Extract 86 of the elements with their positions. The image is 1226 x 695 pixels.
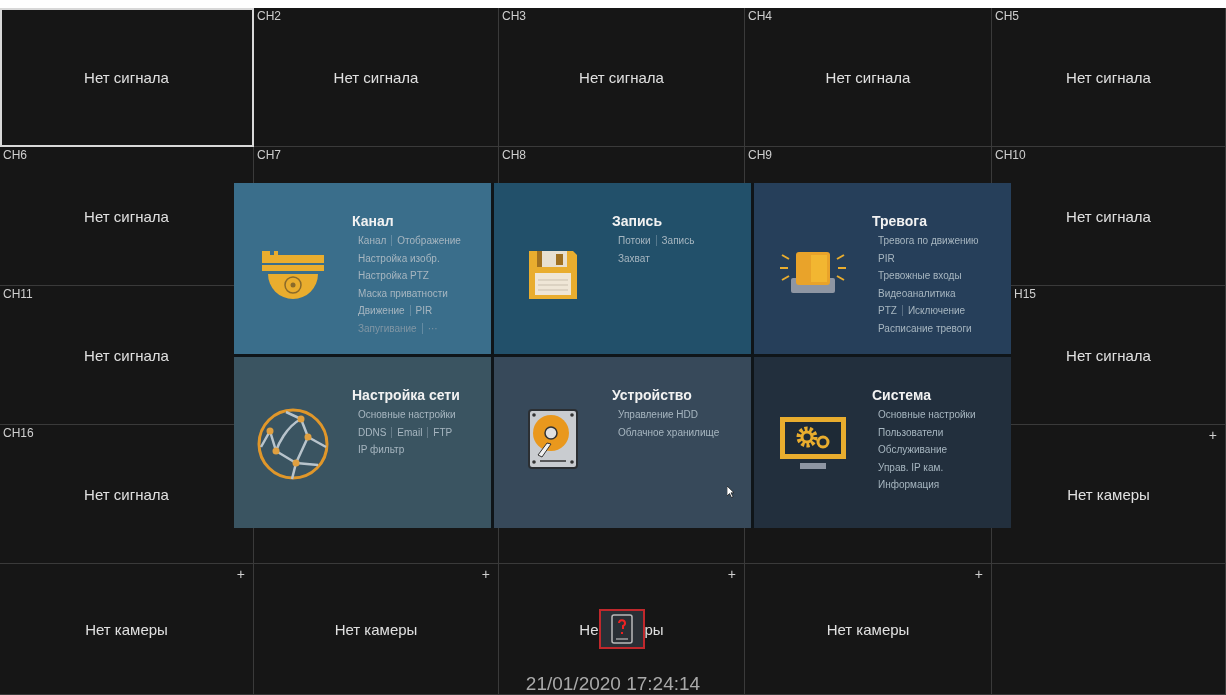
status-text: Нет сигнала — [333, 68, 419, 86]
channel-label: CH7 — [257, 148, 281, 162]
channel-label: CH16 — [3, 426, 34, 440]
network-globe-icon — [256, 407, 330, 481]
hdd-warning-button[interactable] — [598, 609, 645, 649]
date-time: 21/01/2020 17:24:14 — [525, 673, 701, 695]
menu-link[interactable]: Основные настройки — [358, 409, 461, 421]
menu-link[interactable]: Управление HDD — [618, 409, 704, 421]
status-text: Нет сигнала — [84, 485, 169, 503]
menu-link[interactable]: DDNS — [358, 426, 392, 438]
menu-link[interactable]: Тревога по движению — [878, 235, 984, 247]
add-camera-button[interactable]: + — [727, 566, 736, 582]
tile-title: Канал — [352, 213, 395, 229]
tile-title: Тревога — [872, 213, 928, 229]
status-text: Не — [579, 620, 599, 638]
channel-label: CH8 — [502, 148, 526, 162]
menu-link[interactable]: Облачное хранилище — [618, 426, 725, 438]
status-text: Нет сигнала — [1066, 346, 1151, 364]
menu-link[interactable]: Исключение — [901, 305, 971, 317]
hard-drive-warning-icon — [610, 614, 633, 644]
status-text: Нет камеры — [334, 620, 418, 638]
tile-title: Устройство — [612, 387, 693, 403]
channel-label: CH3 — [502, 9, 526, 23]
selected-channel-cell[interactable]: Нет сигнала — [0, 8, 254, 147]
menu-tile[interactable]: Устройство Управление HDD Облачное хранилище — [494, 357, 751, 528]
menu-tile[interactable]: Настройка сети Основные настройки DDNS Email FTP IP фильтр — [234, 357, 491, 528]
menu-link[interactable]: FTP — [427, 426, 458, 438]
menu-link[interactable]: PTZ — [878, 305, 902, 317]
status-text: Нет сигнала — [825, 68, 911, 86]
menu-link[interactable]: Пользователи — [878, 426, 949, 438]
menu-link[interactable]: Запись — [655, 235, 700, 247]
status-text: Нет камеры — [85, 620, 168, 638]
channel-label: CH9 — [748, 148, 772, 162]
status-text: Нет сигнала — [84, 207, 169, 225]
tile-title: Настройка сети — [352, 387, 461, 403]
menu-tile[interactable]: Тревога Тревога по движению PIR Тревожные входы Видеоаналитика PTZ Исключение Расписание тревоги — [754, 183, 1011, 354]
menu-link[interactable]: Захват — [618, 252, 655, 264]
status-text: Нет сигнала — [84, 68, 169, 86]
channel-cell[interactable]: CH16 Нет сигнала — [0, 425, 254, 564]
channel-label: CH5 — [995, 9, 1019, 23]
channel-cell[interactable]: CH3 Нет сигнала — [499, 8, 745, 147]
hard-drive-icon — [528, 409, 578, 469]
menu-link[interactable]: Email — [391, 426, 428, 438]
status-text: Нет камеры — [1067, 485, 1150, 503]
status-text: Нет сигнала — [1066, 207, 1151, 225]
status-text: Нет сигнала — [579, 68, 664, 86]
channel-cell[interactable]: CH4 Нет сигнала — [745, 8, 992, 147]
menu-link[interactable]: Видеоаналитика — [878, 287, 961, 299]
channel-cell[interactable]: + Нет камеры — [0, 564, 254, 695]
menu-link[interactable]: Тревожные входы — [878, 270, 967, 282]
tile-title: Запись — [612, 213, 663, 229]
add-camera-button[interactable]: + — [1208, 427, 1217, 443]
menu-tile[interactable]: Система Основные настройки Пользователи Обслуживание Управ. IP кам. Информация — [754, 357, 1011, 528]
status-text: ры — [644, 620, 664, 638]
channel-label: CH11 — [3, 287, 33, 301]
menu-link[interactable]: Информация — [878, 479, 945, 491]
add-camera-button[interactable]: + — [481, 566, 490, 582]
menu-link[interactable]: Управ. IP кам. — [878, 461, 949, 473]
menu-link[interactable]: Основные настройки — [878, 409, 981, 421]
monitor-gears-icon — [780, 417, 846, 469]
mouse-pointer-icon — [727, 486, 735, 498]
channel-cell[interactable]: + Нет камеры — [745, 564, 992, 695]
tile-title: Система — [872, 387, 932, 403]
menu-link[interactable]: Расписание тревоги — [878, 322, 977, 334]
menu-link[interactable]: IP фильтр — [358, 444, 410, 456]
channel-cell[interactable]: CH10 Нет сигнала — [992, 147, 1226, 286]
channel-label: CH2 — [257, 9, 281, 23]
add-camera-button[interactable]: + — [236, 566, 245, 582]
channel-label: CH6 — [3, 148, 27, 162]
channel-cell[interactable]: + Нет камеры — [254, 564, 499, 695]
channel-cell[interactable]: CH6 Нет сигнала — [0, 147, 254, 286]
status-text: Нет сигнала — [1066, 68, 1151, 86]
status-text: Нет сигнала — [84, 346, 169, 364]
channel-cell[interactable]: CH2 Нет сигнала — [254, 8, 499, 147]
menu-link[interactable]: PIR — [878, 252, 900, 264]
add-camera-button[interactable]: + — [974, 566, 983, 582]
channel-cell[interactable]: CH5 Нет сигнала — [992, 8, 1226, 147]
channel-label: CH10 — [995, 148, 1026, 162]
status-text: Нет камеры — [826, 620, 910, 638]
alarm-light-icon — [780, 249, 846, 293]
channel-label: H15 — [1014, 287, 1036, 301]
menu-tile[interactable]: Запись Потоки Запись Захват — [494, 183, 751, 354]
menu-link[interactable]: Потоки — [618, 235, 656, 247]
channel-cell[interactable]: + Нет камеры — [992, 425, 1226, 564]
menu-link[interactable]: Обслуживание — [878, 444, 953, 456]
channel-label: CH4 — [748, 9, 772, 23]
